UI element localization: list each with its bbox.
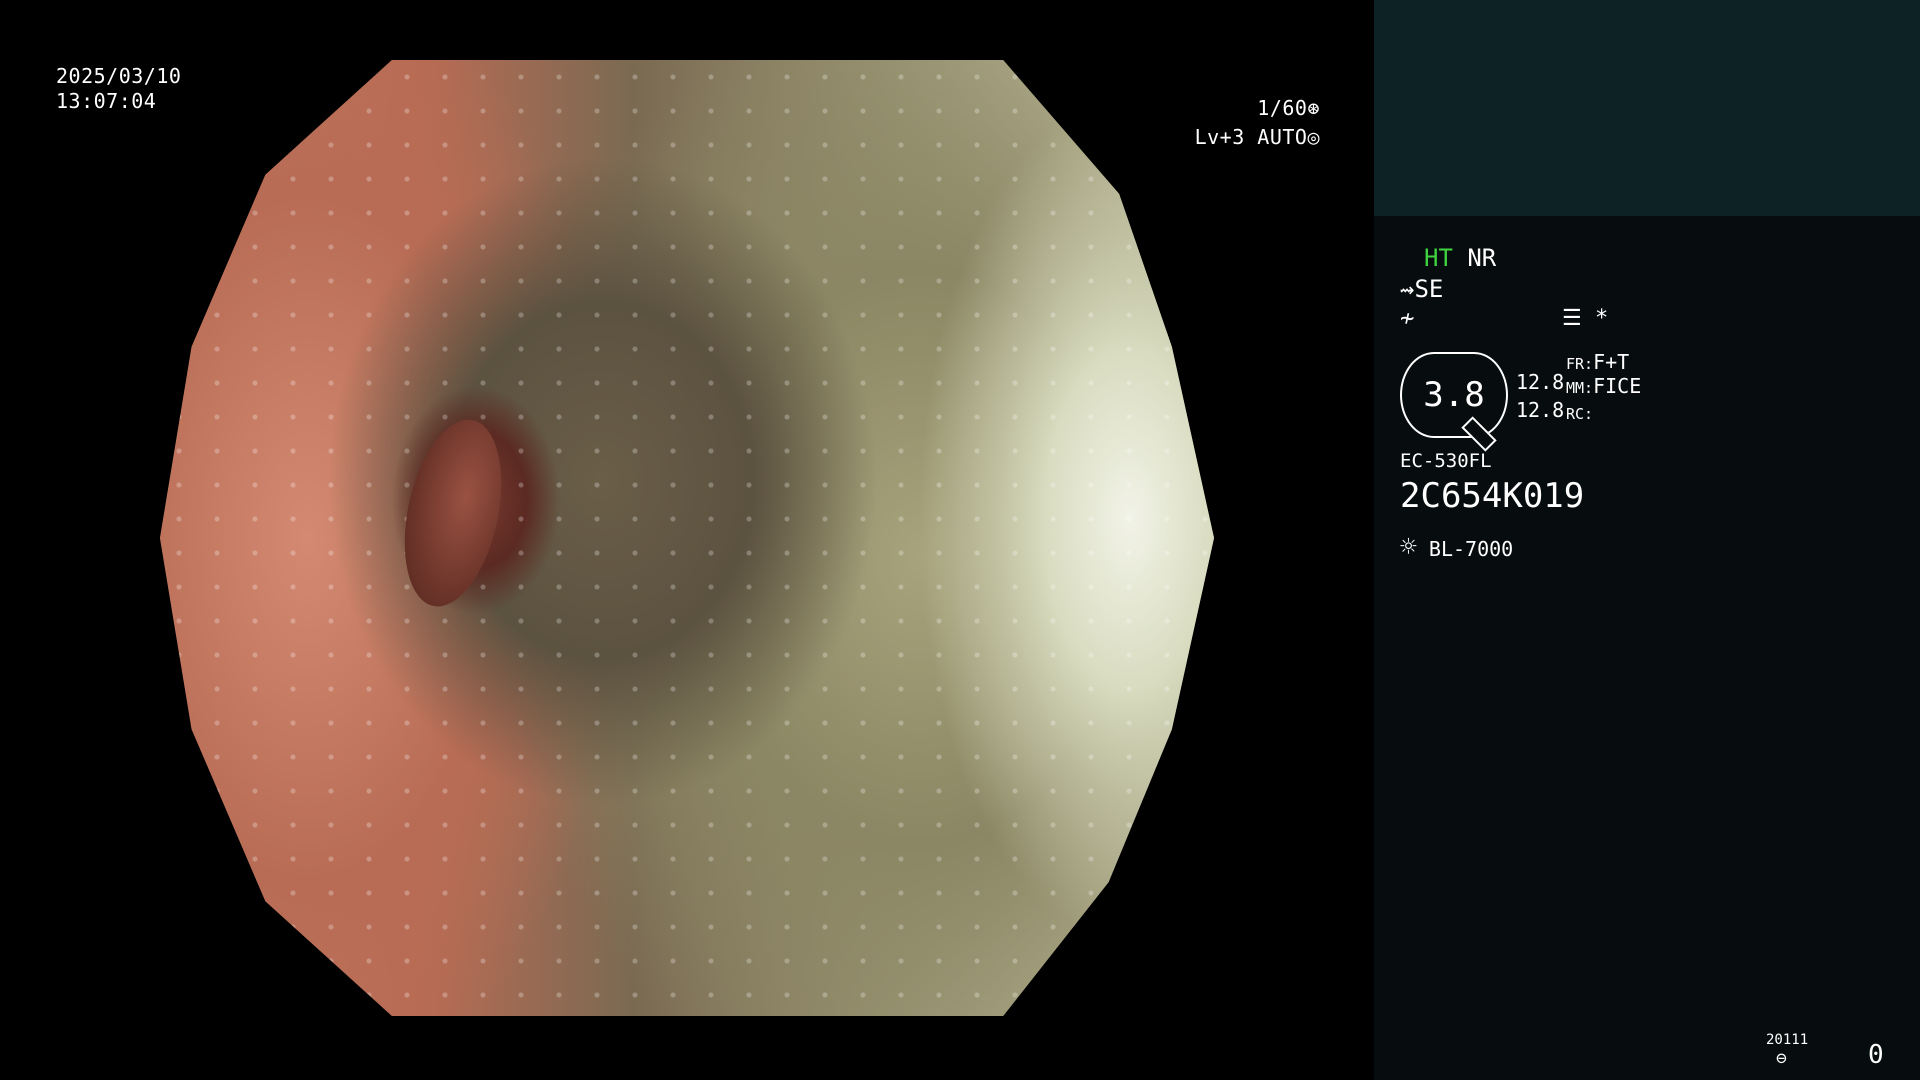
scope-serial: 2C654K019: [1400, 476, 1585, 516]
mm-row: MM:FICE: [1566, 374, 1641, 398]
color-row: ≁: [1400, 304, 1414, 332]
zoom-indicator: 3.8: [1400, 352, 1508, 452]
auto-iris-icon: ◎: [1307, 125, 1320, 149]
date-text: 2025/03/10: [56, 64, 182, 88]
fr-row: FR:F+T: [1566, 350, 1629, 374]
structure-enhance-icon: ⇝: [1400, 275, 1415, 303]
noise-reduction-label: NR: [1467, 244, 1497, 272]
rc-label: RC:: [1566, 405, 1594, 423]
value-top: 12.8: [1516, 370, 1565, 394]
light-source-label: BL-7000: [1428, 537, 1514, 561]
endoscopic-image: [160, 60, 1214, 1016]
mm-label: MM:: [1566, 379, 1594, 397]
info-panel: [1374, 216, 1920, 1080]
exposure-readout: 1/60⊛ Lv+3 AUTO◎: [1180, 96, 1320, 150]
enhance-mode-label: HT: [1424, 244, 1453, 272]
structure-row: ⇝SE: [1400, 275, 1443, 303]
bubble-texture: [160, 60, 1214, 1016]
endoscope-viewport: 2025/03/10 13:07:04 1/60⊛ Lv+3 AUTO◎: [0, 0, 1374, 1080]
structure-enhance-label: SE: [1414, 275, 1444, 303]
shutter-speed-text: 1/60: [1257, 96, 1308, 120]
aperture-icon: ⊛: [1307, 96, 1320, 120]
scope-model: EC-530FL: [1400, 450, 1492, 472]
record-code: 20111: [1766, 1032, 1809, 1048]
exposure-level-text: Lv+3 AUTO: [1194, 125, 1308, 149]
time-text: 13:07:04: [56, 89, 157, 113]
fr-label: FR:: [1566, 355, 1594, 373]
mm-value: FICE: [1593, 374, 1642, 398]
rc-row: RC:: [1566, 400, 1593, 424]
frame-counter: 0: [1868, 1040, 1884, 1070]
menu-row: ☰ *: [1562, 306, 1608, 331]
color-adjust-icon: ≁: [1400, 304, 1415, 332]
record-icon: ⊖: [1776, 1048, 1787, 1069]
info-panel-header: [1374, 0, 1920, 216]
zoom-value: 3.8: [1423, 375, 1485, 415]
menu-icon: ☰: [1562, 306, 1582, 331]
fr-value: F+T: [1593, 350, 1630, 374]
light-source-row: ☼ BL-7000: [1400, 530, 1513, 563]
asterisk-marker: *: [1594, 306, 1609, 331]
datetime-readout: 2025/03/10 13:07:04: [56, 64, 181, 114]
light-source-icon: ☼: [1400, 530, 1417, 563]
value-bottom: 12.8: [1516, 398, 1565, 422]
mode-row: HT NR: [1424, 244, 1496, 272]
